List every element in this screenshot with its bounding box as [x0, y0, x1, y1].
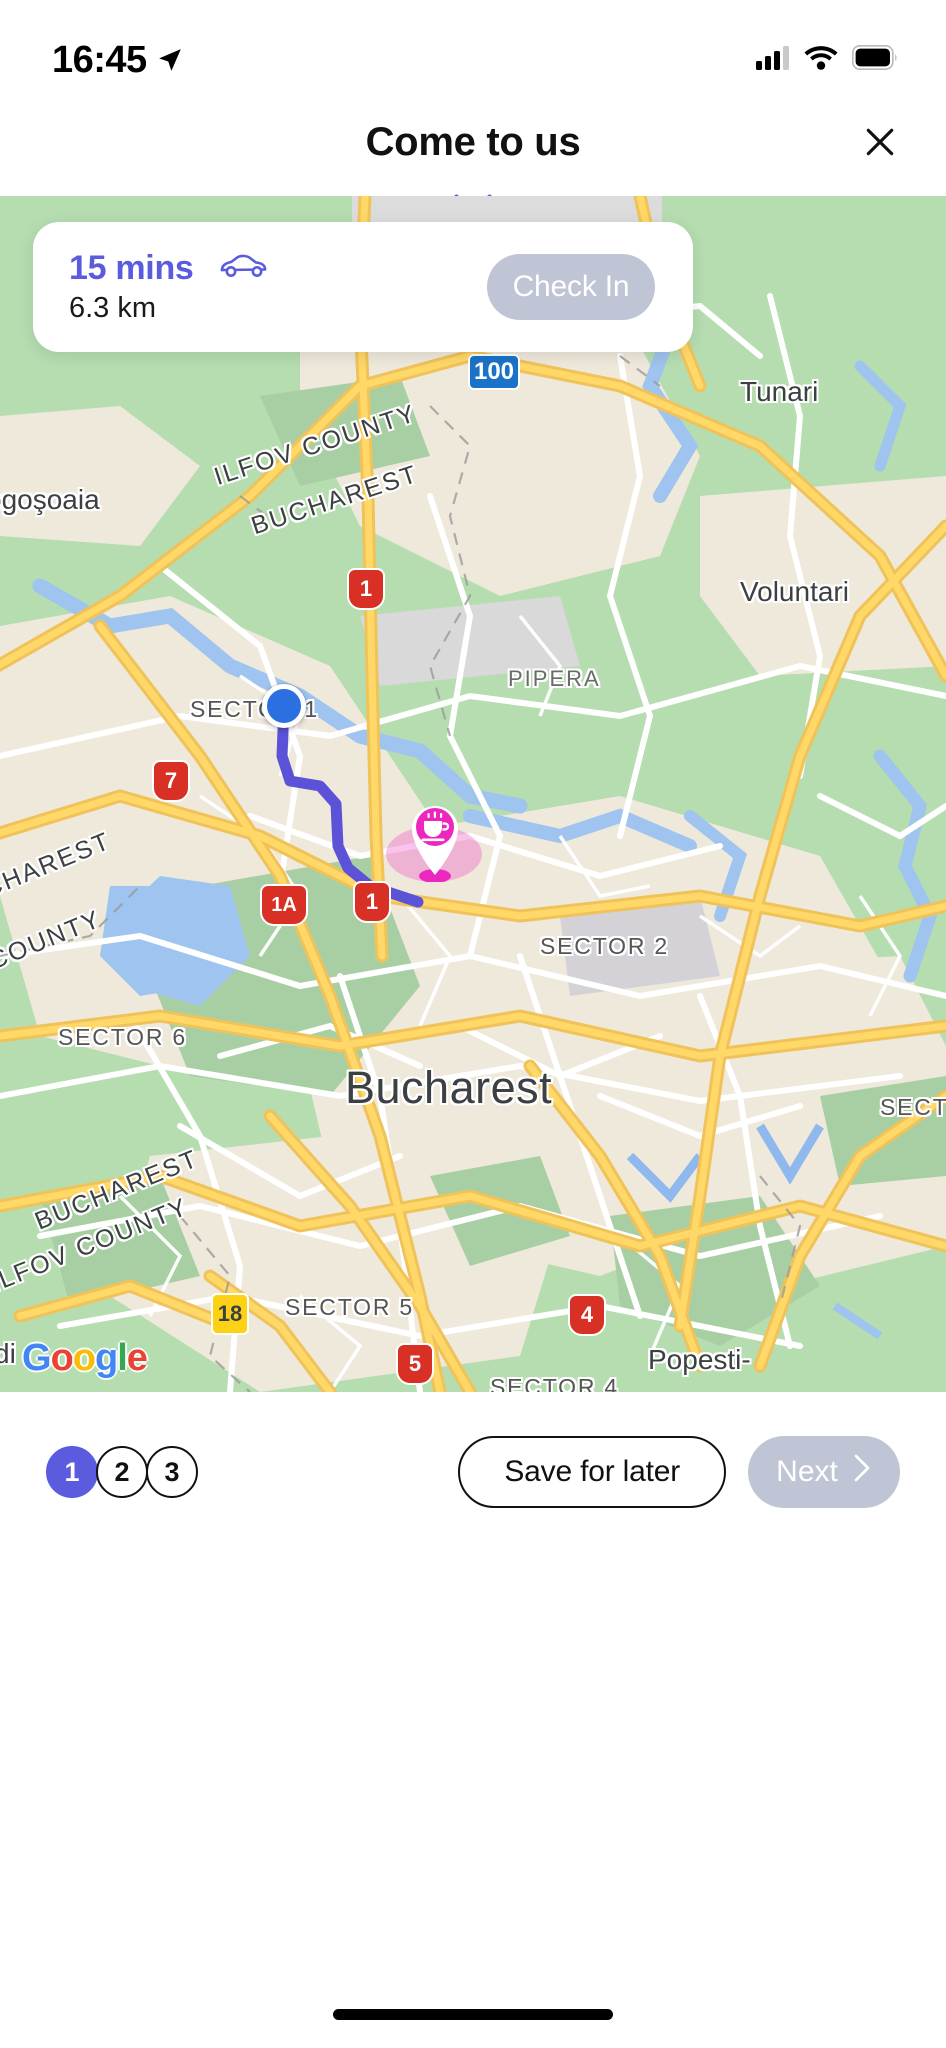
chevron-right-icon: [852, 1453, 872, 1491]
eta-duration-row: 15 mins: [69, 249, 268, 288]
route-shield-18: 18: [211, 1293, 249, 1335]
route-shield-4: 4: [568, 1294, 606, 1336]
close-icon[interactable]: [856, 118, 904, 166]
save-for-later-button[interactable]: Save for later: [458, 1436, 726, 1508]
location-arrow-icon: [157, 47, 183, 73]
eta-duration: 15 mins: [69, 249, 194, 287]
status-bar-left: 16:45: [52, 39, 183, 82]
check-in-button[interactable]: Check In: [487, 254, 655, 320]
step-2[interactable]: 2: [96, 1446, 148, 1498]
current-location-dot: [262, 684, 306, 728]
map-canvas[interactable]: Tunari Voluntari ILFOV COUNTY BUCHAREST …: [0, 196, 946, 1392]
home-indicator: [333, 2009, 613, 2020]
status-bar-time: 16:45: [52, 38, 147, 81]
status-bar-right: [756, 45, 898, 75]
step-1[interactable]: 1: [46, 1446, 98, 1498]
bottom-bar: 1 2 3 Save for later Next: [0, 1392, 946, 2048]
step-3[interactable]: 3: [146, 1446, 198, 1498]
route-shield-7: 7: [152, 760, 190, 802]
wifi-icon: [804, 45, 838, 75]
route-shield-100: 100: [468, 354, 520, 390]
bottom-action-row: 1 2 3 Save for later Next: [0, 1412, 946, 1532]
eta-card: 15 mins 6.3 km Check In: [33, 222, 693, 352]
next-button[interactable]: Next: [748, 1436, 900, 1508]
car-icon: [216, 253, 268, 284]
route-shield-5: 5: [396, 1343, 434, 1385]
next-button-label: Next: [776, 1455, 838, 1488]
eta-distance: 6.3 km: [69, 292, 157, 324]
page-title: Come to us: [365, 119, 581, 164]
status-bar: 16:45: [0, 0, 946, 92]
sheet-header: Come to us: [0, 92, 946, 192]
route-shield-1a: 1A: [260, 884, 308, 926]
step-indicator: 1 2 3: [46, 1446, 198, 1498]
route-shield-1b: 1: [353, 881, 391, 923]
bottom-buttons: Save for later Next: [458, 1436, 900, 1508]
cellular-bars-icon: [756, 45, 790, 75]
route-shield-1: 1: [347, 568, 385, 610]
eta-info: 15 mins 6.3 km: [69, 249, 268, 325]
battery-full-icon: [852, 45, 898, 75]
google-attribution: Google: [22, 1337, 148, 1379]
